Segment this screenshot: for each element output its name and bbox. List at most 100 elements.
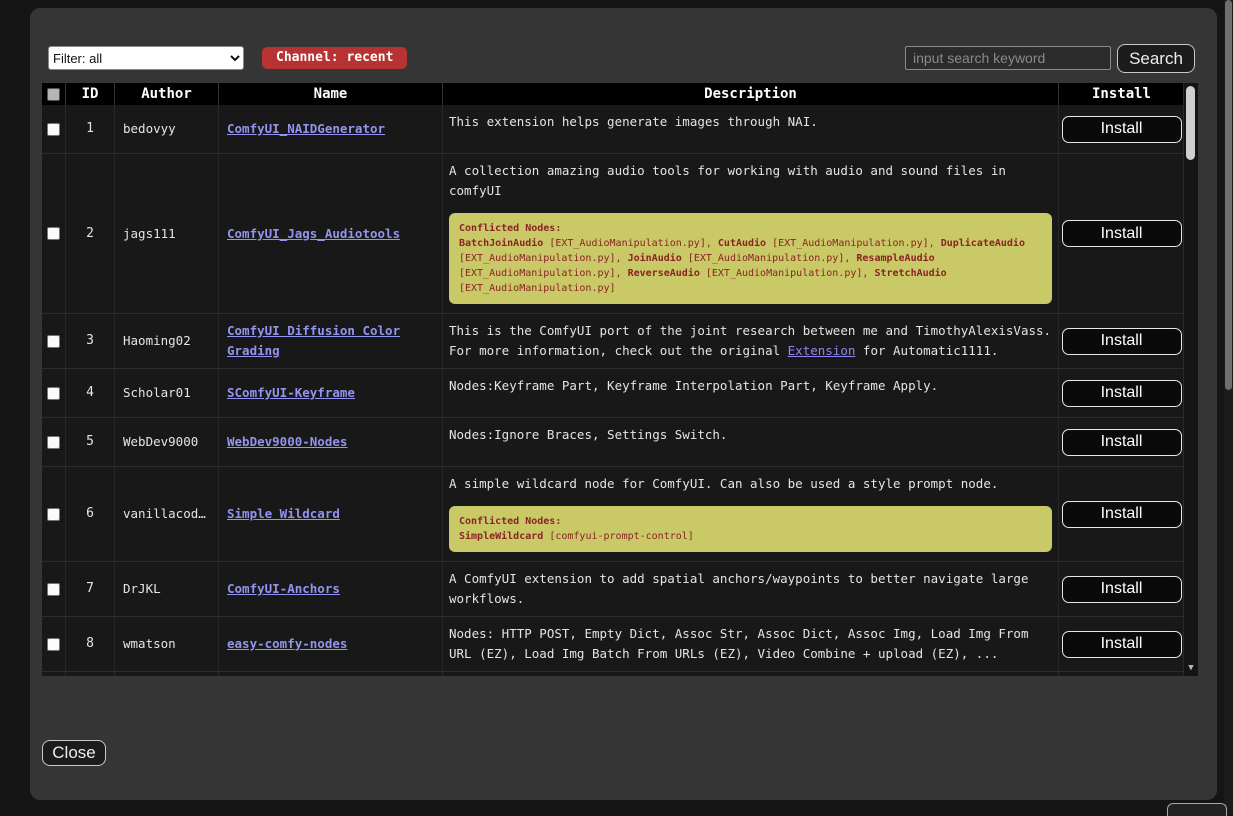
node-author: Haoming02 (115, 314, 219, 368)
row-select-cell (42, 672, 66, 676)
row-select-cell (42, 562, 66, 616)
node-name-cell: Simple Wildcard (219, 467, 443, 561)
node-name-link[interactable]: ComfyUI-Anchors (227, 579, 340, 599)
custom-nodes-dialog: Filter: all Channel: recent Search ID Au… (30, 8, 1217, 800)
node-description-cell: Nodes: ComfyUI Mexx Styler, ComfyUI Mexx… (443, 672, 1059, 676)
install-cell: Install (1059, 672, 1184, 676)
table-row: 6vanillacode314Simple WildcardA simple w… (42, 467, 1184, 562)
row-select-checkbox[interactable] (47, 508, 60, 521)
row-select-checkbox[interactable] (47, 123, 60, 136)
install-cell: Install (1059, 154, 1184, 313)
close-button[interactable]: Close (42, 740, 106, 766)
table-row: 4Scholar01SComfyUI-KeyframeNodes:Keyfram… (42, 369, 1184, 418)
node-description: This is the ComfyUI port of the joint re… (449, 321, 1054, 361)
node-description-cell: A simple wildcard node for ComfyUI. Can … (443, 467, 1059, 561)
partial-hidden-button[interactable] (1167, 803, 1227, 816)
table-scrollbar-thumb[interactable] (1186, 86, 1195, 160)
row-select-checkbox[interactable] (47, 387, 60, 400)
install-button[interactable]: Install (1062, 380, 1182, 407)
node-description: A simple wildcard node for ComfyUI. Can … (449, 474, 1054, 494)
install-button[interactable]: Install (1062, 501, 1182, 528)
conflict-node-package: [comfyui-prompt-control] (543, 531, 694, 542)
node-name-link[interactable]: ComfyUI_Jags_Audiotools (227, 224, 400, 244)
install-button[interactable]: Install (1062, 328, 1182, 355)
page-scrollbar-thumb[interactable] (1225, 0, 1232, 390)
node-description: Nodes: HTTP POST, Empty Dict, Assoc Str,… (449, 624, 1054, 664)
node-description-cell: This extension helps generate images thr… (443, 105, 1059, 153)
conflict-title: Conflicted Nodes: (459, 221, 1042, 236)
conflict-node-name: JoinAudio (628, 253, 682, 264)
description-link[interactable]: Extension (788, 343, 856, 358)
conflict-node-name: DuplicateAudio (941, 238, 1025, 249)
table-row: 3 Haoming02 ComfyUI Diffusion Color Gradin… (42, 314, 1184, 369)
install-button[interactable]: Install (1062, 116, 1182, 143)
node-name-cell: ComfyUI_Jags_Audiotools (219, 154, 443, 313)
install-button[interactable]: Install (1062, 429, 1182, 456)
node-description-cell: A collection amazing audio tools for wor… (443, 154, 1059, 313)
row-select-checkbox[interactable] (47, 583, 60, 596)
node-author-text: jags111 (123, 224, 176, 244)
row-select-cell (42, 314, 66, 368)
conflict-warning: Conflicted Nodes:SimpleWildcard [comfyui… (449, 506, 1052, 552)
node-author-text: WebDev9000 (123, 432, 198, 452)
conflict-node-name: StretchAudio (874, 268, 946, 279)
row-select-checkbox[interactable] (47, 227, 60, 240)
conflict-node-package: [EXT_AudioManipulation.py] (459, 253, 616, 264)
node-name-link[interactable]: easy-comfy-nodes (227, 634, 347, 654)
scroll-down-arrow[interactable]: ▼ (1184, 663, 1198, 673)
filter-select[interactable]: Filter: all (48, 46, 244, 70)
node-author: SoftMeng (115, 672, 219, 676)
node-name-link[interactable]: ComfyUI_NAIDGenerator (227, 119, 385, 139)
node-description: A ComfyUI extension to add spatial ancho… (449, 569, 1054, 609)
conflict-node-package: [EXT_AudioManipulation.py] (459, 268, 616, 279)
node-name-link[interactable]: SComfyUI-Keyframe (227, 383, 355, 403)
install-button[interactable]: Install (1062, 631, 1182, 658)
node-id: 1 (66, 105, 115, 153)
node-name-link[interactable]: Simple Wildcard (227, 504, 340, 524)
row-select-checkbox[interactable] (47, 335, 60, 348)
table-scrollbar[interactable]: ▼ (1183, 83, 1198, 676)
conflict-node-package: [EXT_AudioManipulation.py] (459, 283, 616, 294)
node-name-cell: WebDev9000-Nodes (219, 418, 443, 466)
node-description-cell: This is the ComfyUI port of the joint re… (443, 314, 1059, 368)
table-row: 8wmatsoneasy-comfy-nodesNodes: HTTP POST… (42, 617, 1184, 672)
search-button[interactable]: Search (1117, 44, 1195, 73)
channel-badge: Channel: recent (262, 47, 407, 69)
node-author: DrJKL (115, 562, 219, 616)
row-select-checkbox[interactable] (47, 638, 60, 651)
table-row: 2 jags111 ComfyUI_Jags_Audiotools A collect… (42, 154, 1184, 314)
install-cell: Install (1059, 562, 1184, 616)
table-row: 1bedovyy ComfyUI_NAIDGenerator This extens… (42, 105, 1184, 154)
page-scrollbar[interactable] (1224, 0, 1233, 815)
node-name-cell: ComfyUI_Mexx_Styler (219, 672, 443, 676)
node-name-link[interactable]: WebDev9000-Nodes (227, 432, 347, 452)
conflict-list: SimpleWildcard [comfyui-prompt-control] (459, 531, 694, 542)
row-select-checkbox[interactable] (47, 436, 60, 449)
install-button[interactable]: Install (1062, 220, 1182, 247)
node-id: 2 (66, 154, 115, 313)
node-author: bedovyy (115, 105, 219, 153)
select-all-checkbox[interactable] (47, 88, 60, 101)
install-cell: Install (1059, 369, 1184, 417)
node-id: 5 (66, 418, 115, 466)
node-name-cell: easy-comfy-nodes (219, 617, 443, 671)
node-name-link[interactable]: ComfyUI Diffusion Color Grading (227, 321, 434, 361)
conflict-node-package: [EXT_AudioManipulation.py] (700, 268, 863, 279)
node-author-text: vanillacode314 (123, 504, 210, 524)
table-row: 9SoftMengComfyUI_Mexx_StylerNodes: Comfy… (42, 672, 1184, 676)
table-header-row: ID Author Name Description Install (42, 83, 1184, 105)
conflict-list: BatchJoinAudio [EXT_AudioManipulation.py… (459, 238, 1025, 294)
node-description: Nodes:Keyframe Part, Keyframe Interpolat… (449, 376, 1054, 396)
node-name-cell: SComfyUI-Keyframe (219, 369, 443, 417)
node-name-cell: ComfyUI Diffusion Color Grading (219, 314, 443, 368)
table-body: 1bedovyy ComfyUI_NAIDGenerator This extens… (42, 105, 1184, 676)
node-id: 3 (66, 314, 115, 368)
search-input[interactable] (905, 46, 1111, 70)
node-author-text: Haoming02 (123, 331, 191, 351)
install-button[interactable]: Install (1062, 576, 1182, 603)
conflict-node-name: BatchJoinAudio (459, 238, 543, 249)
row-select-cell (42, 617, 66, 671)
header-description: Description (443, 83, 1059, 105)
conflict-node-name: ReverseAudio (628, 268, 700, 279)
install-cell: Install (1059, 314, 1184, 368)
